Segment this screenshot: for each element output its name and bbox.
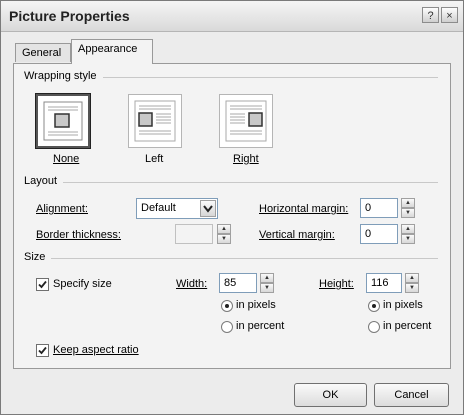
checkmark-icon	[38, 280, 47, 289]
spin-up-icon[interactable]: ▲	[405, 273, 419, 283]
wrap-right-option[interactable]	[219, 94, 273, 148]
wrap-none-option[interactable]	[35, 93, 91, 149]
close-button[interactable]: ×	[441, 7, 458, 23]
cancel-button[interactable]: Cancel	[374, 383, 449, 407]
dialog-title: Picture Properties	[9, 8, 130, 24]
specify-size-label: Specify size	[53, 278, 112, 290]
specify-size-checkbox[interactable]	[36, 278, 49, 291]
wrap-right-label: Right	[233, 153, 259, 165]
size-heading: Size	[24, 251, 52, 263]
title-bar: Picture Properties ? ×	[1, 1, 463, 32]
spin-down-icon[interactable]: ▼	[405, 283, 419, 293]
wrap-left-option[interactable]	[128, 94, 182, 148]
height-in-pixels-label: in pixels	[383, 299, 423, 311]
height-label: Height:	[319, 278, 354, 290]
wrap-none-label: None	[53, 153, 80, 165]
alignment-value: Default	[141, 202, 176, 214]
alignment-dropdown-button[interactable]	[200, 200, 216, 217]
help-button[interactable]: ?	[422, 7, 439, 23]
spin-up-icon[interactable]: ▲	[401, 198, 415, 208]
wrapping-style-section: Wrapping style	[24, 70, 438, 84]
alignment-label: Alignment:	[36, 203, 88, 215]
border-thickness-label: Border thickness:	[36, 229, 121, 241]
vertical-margin-spinner[interactable]: ▲ ▼	[401, 224, 415, 244]
ok-button[interactable]: OK	[294, 383, 367, 407]
tab-general[interactable]: General	[15, 43, 71, 62]
wrap-left-icon	[134, 100, 176, 142]
height-spinner[interactable]: ▲ ▼	[405, 273, 419, 293]
keep-aspect-ratio-checkbox[interactable]	[36, 344, 49, 357]
chevron-down-icon	[203, 205, 213, 213]
horizontal-margin-spinner[interactable]: ▲ ▼	[401, 198, 415, 218]
picture-properties-dialog: Picture Properties ? × General Appearanc…	[0, 0, 464, 415]
wrapping-style-heading: Wrapping style	[24, 70, 103, 82]
width-input[interactable]: 85	[219, 273, 257, 293]
alignment-select[interactable]: Default	[136, 198, 218, 219]
layout-heading: Layout	[24, 175, 64, 187]
size-section: Size	[24, 251, 438, 265]
spin-up-icon[interactable]: ▲	[401, 224, 415, 234]
wrap-left-label: Left	[145, 153, 164, 165]
spin-down-icon[interactable]: ▼	[260, 283, 274, 293]
spin-up-icon[interactable]: ▲	[260, 273, 274, 283]
keep-aspect-ratio-label: Keep aspect ratio	[53, 344, 139, 356]
spin-down-icon[interactable]: ▼	[401, 234, 415, 244]
tab-appearance[interactable]: Appearance	[71, 39, 153, 64]
vertical-margin-label: Vertical margin:	[259, 229, 335, 241]
appearance-panel: Wrapping style None Left Right Layout Al…	[13, 63, 451, 369]
height-input[interactable]: 116	[366, 273, 402, 293]
spin-down-icon[interactable]: ▼	[401, 208, 415, 218]
wrap-right-icon	[225, 100, 267, 142]
width-in-pixels-label: in pixels	[236, 299, 276, 311]
wrap-none-icon	[43, 101, 83, 141]
height-in-percent-label: in percent	[383, 320, 432, 332]
height-in-pixels-radio[interactable]	[368, 300, 380, 312]
layout-section: Layout	[24, 175, 438, 189]
border-thickness-input[interactable]	[175, 224, 213, 244]
vertical-margin-input[interactable]: 0	[360, 224, 398, 244]
height-in-percent-radio[interactable]	[368, 321, 380, 333]
spin-down-icon[interactable]: ▼	[217, 234, 231, 244]
border-thickness-spinner[interactable]: ▲ ▼	[217, 224, 231, 244]
width-in-percent-label: in percent	[236, 320, 285, 332]
width-spinner[interactable]: ▲ ▼	[260, 273, 274, 293]
width-in-percent-radio[interactable]	[221, 321, 233, 333]
width-in-pixels-radio[interactable]	[221, 300, 233, 312]
horizontal-margin-input[interactable]: 0	[360, 198, 398, 218]
checkmark-icon	[38, 346, 47, 355]
horizontal-margin-label: Horizontal margin:	[259, 203, 349, 215]
width-label: Width:	[176, 278, 208, 290]
spin-up-icon[interactable]: ▲	[217, 224, 231, 234]
